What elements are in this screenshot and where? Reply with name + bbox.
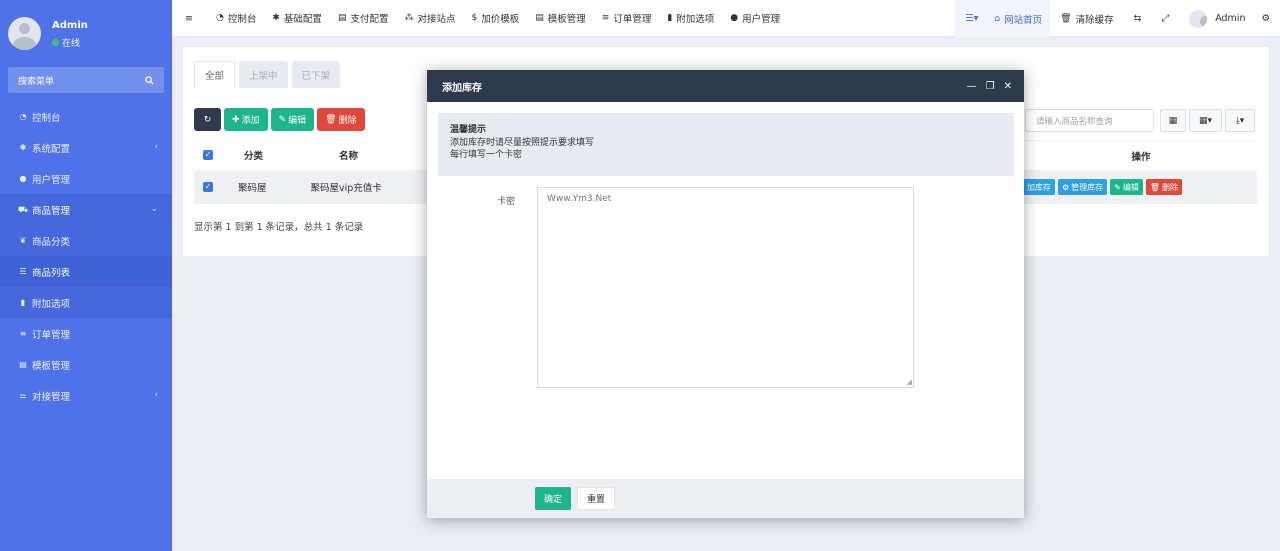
card-key-textarea[interactable]: Www.Ym3.Net ◢ [537, 187, 914, 388]
dialog-header: 添加库存 — ❐ ✕ [427, 70, 1024, 102]
tip-line: 添加库存时请尽量按照提示要求填写 [450, 137, 595, 148]
dialog-title: 添加库存 [442, 82, 482, 94]
tip-title: 温馨提示 [450, 125, 487, 135]
minimize-icon[interactable]: — [967, 81, 977, 92]
maximize-icon[interactable]: ❐ [986, 81, 995, 92]
add-stock-dialog: 添加库存 — ❐ ✕ 温馨提示 添加库存时请尽量按照提示要求填写 每行填写一个卡… [427, 70, 1024, 518]
card-key-value: Www.Ym3.Net [547, 194, 612, 204]
tip-box: 温馨提示 添加库存时请尽量按照提示要求填写 每行填写一个卡密 [438, 113, 1014, 176]
resize-handle-icon[interactable]: ◢ [907, 378, 912, 386]
close-icon[interactable]: ✕ [1004, 81, 1012, 92]
card-key-label: 卡密 [497, 197, 516, 207]
confirm-button[interactable]: 确定 [535, 487, 572, 510]
tip-line: 每行填写一个卡密 [450, 150, 523, 160]
dialog-controls: — ❐ ✕ [967, 70, 1012, 102]
reset-button[interactable]: 重置 [577, 487, 616, 510]
dialog-footer: 确定 重置 [427, 479, 1024, 518]
